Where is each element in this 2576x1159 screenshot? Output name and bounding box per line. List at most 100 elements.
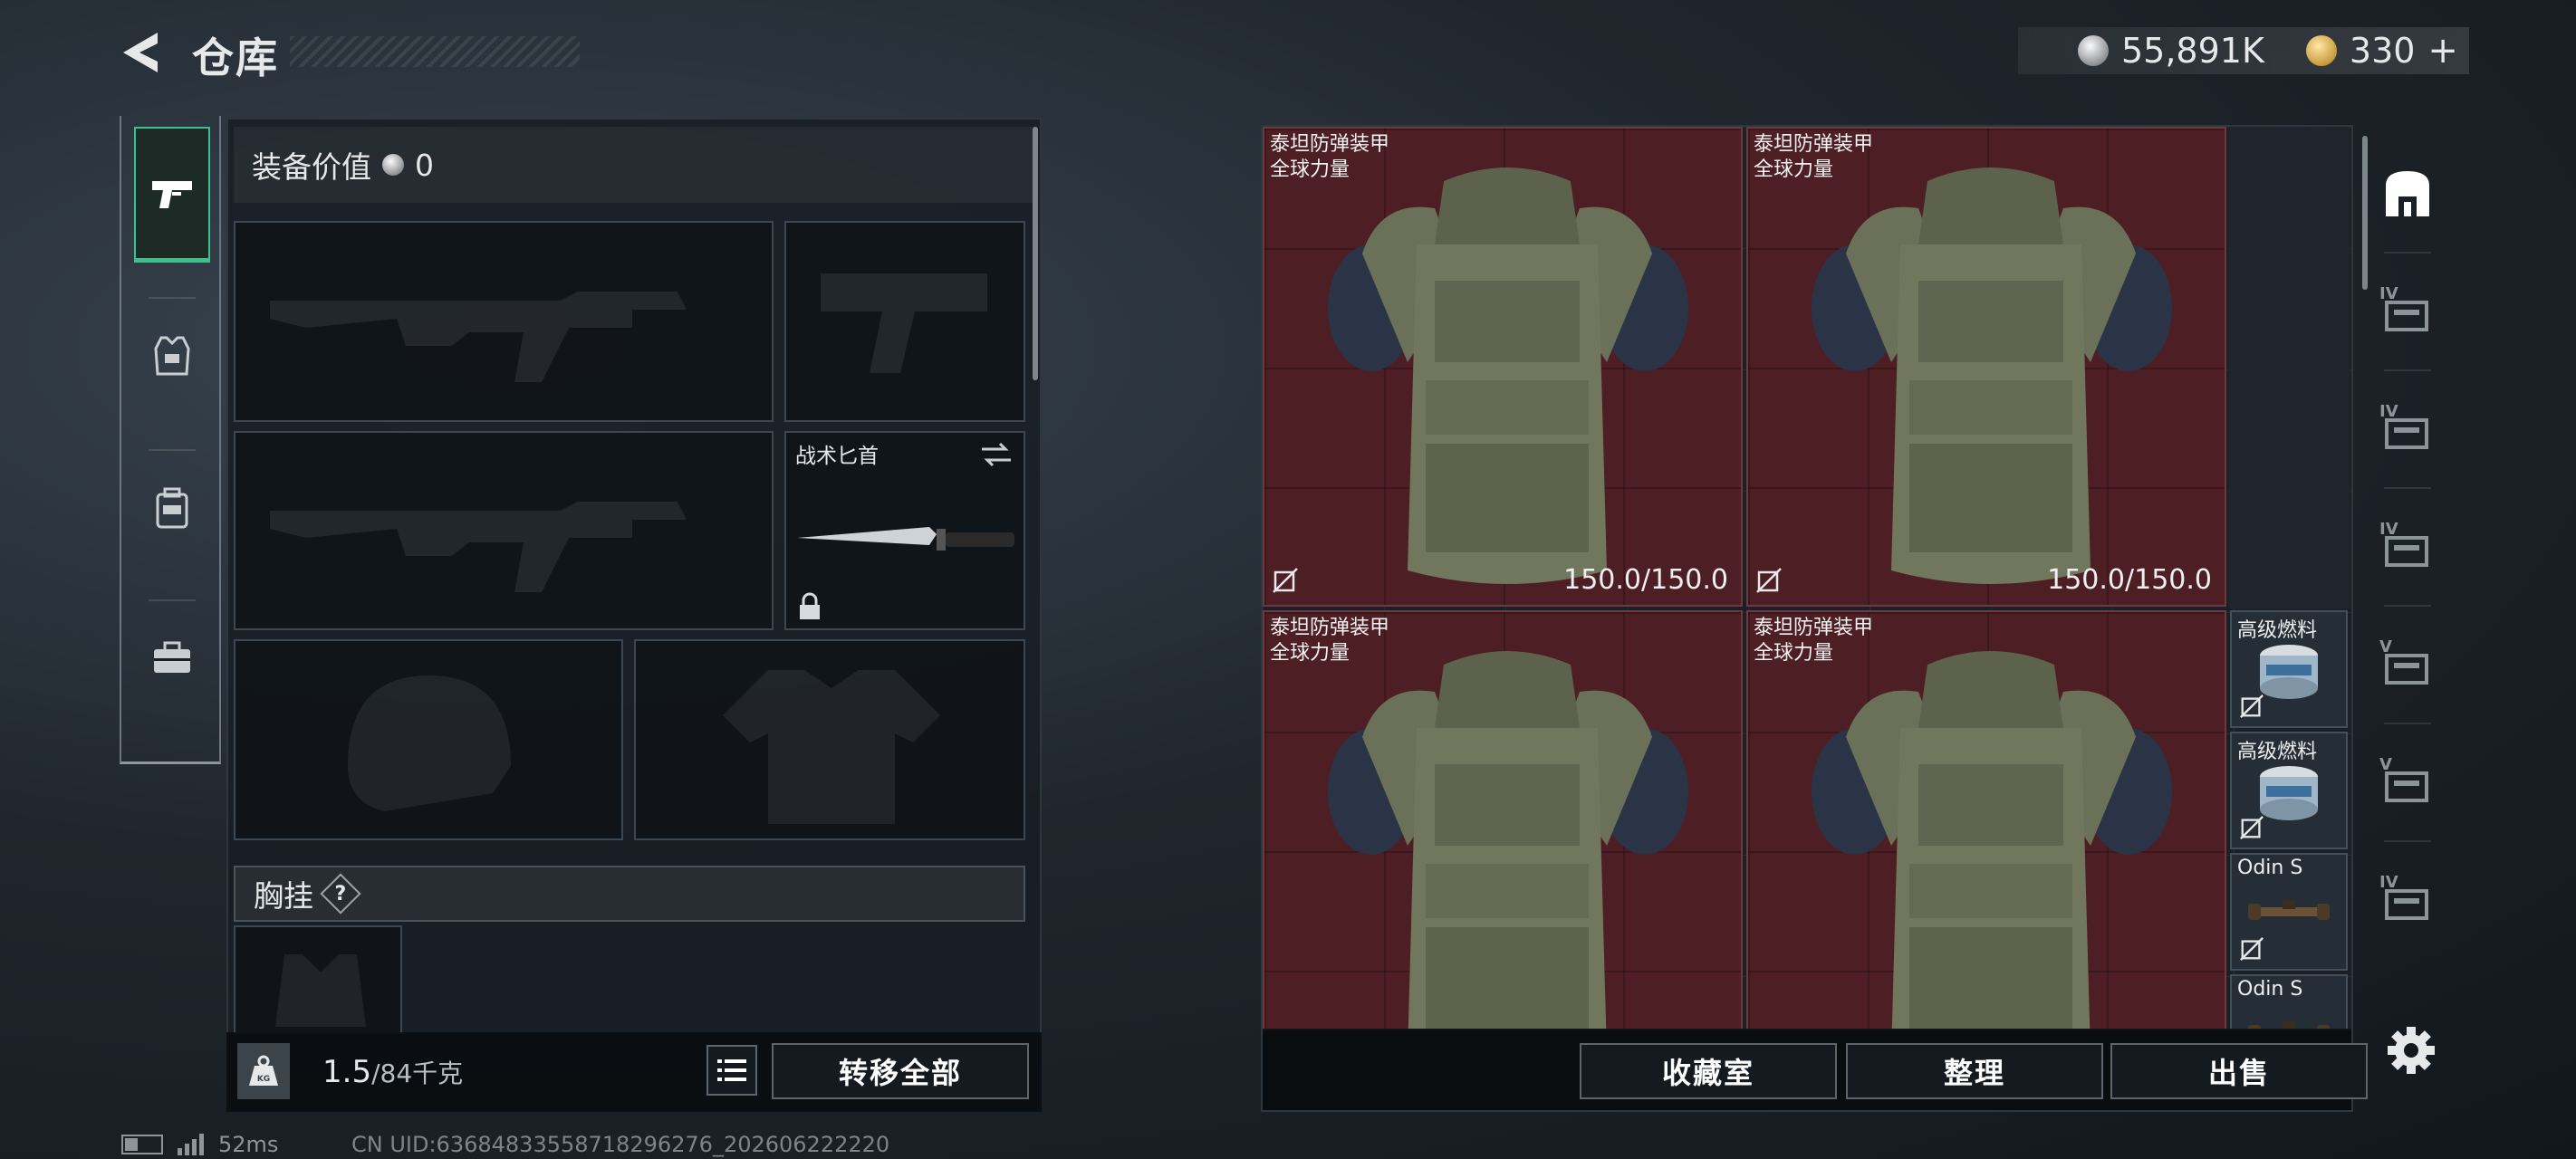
primary-weapon-slot-1[interactable]	[234, 221, 774, 422]
currency-bar: 55,891K 330 +	[2018, 27, 2469, 74]
signal-icon	[178, 1134, 204, 1155]
svg-text:IV: IV	[2379, 284, 2398, 303]
tab-weapons[interactable]	[134, 127, 210, 263]
stash-level-icon: IV	[2379, 873, 2428, 920]
stash-level-icon: IV	[2379, 284, 2428, 331]
tab-separator	[2384, 487, 2431, 489]
no-trade-icon	[2240, 694, 2264, 718]
help-button[interactable]: ?	[320, 873, 361, 915]
weight-max: /84千克	[371, 1058, 464, 1088]
body-armor-slot[interactable]	[634, 639, 1025, 840]
fuel-can-icon	[2260, 645, 2318, 699]
stash-home-tab[interactable]	[2366, 143, 2449, 243]
primary-weapon-slot-2[interactable]	[234, 431, 774, 630]
equipment-scrollbar[interactable]	[1033, 127, 1038, 380]
gear-icon	[2388, 1027, 2435, 1074]
backpack-icon	[156, 487, 188, 529]
swap-icon[interactable]	[978, 440, 1014, 469]
knife-slot[interactable]: 战术匕首	[784, 431, 1025, 630]
silver-coin-icon	[382, 154, 404, 176]
stash-armor-item[interactable]: 泰坦防弹装甲 全球力量 150.0/150.0	[1746, 127, 2226, 607]
stash-level-icon: V	[2379, 755, 2428, 802]
armor-silhouette-icon	[723, 670, 940, 824]
stash-category-tab[interactable]: IV	[2366, 496, 2449, 596]
add-currency-button[interactable]: +	[2427, 30, 2458, 72]
pistol-silhouette-icon	[821, 273, 987, 373]
tab-backpack[interactable]	[134, 440, 210, 576]
svg-text:V: V	[2379, 637, 2392, 656]
gold-amount: 330	[2349, 31, 2416, 71]
list-view-button[interactable]	[706, 1045, 757, 1096]
tab-case[interactable]	[134, 590, 210, 726]
item-name: 泰坦防弹装甲 全球力量	[1754, 617, 1874, 665]
equipment-value-label: 装备价值	[252, 149, 371, 185]
status-line: 52ms	[121, 1132, 278, 1157]
helmet-silhouette-icon	[348, 675, 511, 811]
stash-category-tab[interactable]: V	[2366, 614, 2449, 714]
item-name: Odin S	[2237, 978, 2303, 1001]
scope-icon	[2248, 1021, 2330, 1029]
loadout-tabs	[120, 116, 221, 764]
svg-text:V: V	[2379, 755, 2392, 774]
transfer-all-button[interactable]: 转移全部	[772, 1043, 1029, 1099]
stash-small-item[interactable]: 高级燃料	[2230, 732, 2348, 849]
fuel-can-icon	[2260, 766, 2318, 820]
armor-vest-icon	[1812, 651, 2172, 1029]
back-button[interactable]	[118, 27, 168, 78]
vest-icon	[154, 336, 190, 376]
stash-grid: 泰坦防弹装甲 全球力量 150.0/150.0 泰坦防弹装甲 全球力量 150.0/…	[1263, 127, 2351, 1029]
stash-small-item[interactable]: Odin S	[2230, 853, 2348, 971]
ping-readout: 52ms	[218, 1132, 279, 1157]
stash-armor-item[interactable]: 泰坦防弹装甲 全球力量	[1263, 610, 1743, 1029]
stash-category-tab[interactable]: IV	[2366, 378, 2449, 478]
user-id: CN UID:63684833558718296276_202606222220	[351, 1132, 890, 1157]
tab-armor[interactable]	[134, 288, 210, 424]
no-trade-icon	[1756, 568, 1782, 593]
knife-name: 战术匕首	[795, 445, 879, 468]
stash-armor-item[interactable]: 泰坦防弹装甲 全球力量 150.0/150.0	[1263, 127, 1743, 607]
page-title: 仓库	[192, 34, 279, 82]
sell-button[interactable]: 出售	[2110, 1043, 2368, 1099]
silver-amount: 55,891K	[2121, 31, 2264, 71]
armor-vest-icon	[1812, 168, 2172, 584]
sort-button[interactable]: 整理	[1846, 1043, 2103, 1099]
item-name: 泰坦防弹装甲 全球力量	[1754, 133, 1874, 181]
stash-small-item[interactable]: Odin S	[2230, 974, 2348, 1029]
settings-button[interactable]	[2384, 1023, 2438, 1078]
title-decoration	[290, 36, 580, 67]
pistol-icon	[152, 180, 192, 208]
tab-separator	[2384, 605, 2431, 607]
svg-text:IV: IV	[2379, 402, 2398, 421]
equipment-value-bar: 装备价值 0	[234, 127, 1033, 203]
tab-separator	[2384, 252, 2431, 254]
item-name: 高级燃料	[2237, 619, 2318, 642]
stash-category-bar: IV IV IV V V IV	[2366, 125, 2449, 1030]
stash-level-icon: V	[2379, 637, 2428, 685]
stash-category-tab[interactable]: V	[2366, 732, 2449, 831]
stash-small-item[interactable]: 高级燃料	[2230, 610, 2348, 728]
svg-text:IV: IV	[2379, 520, 2398, 539]
stash-home-icon	[2386, 171, 2429, 216]
armor-vest-icon	[1328, 168, 1688, 584]
helmet-slot[interactable]	[234, 639, 623, 840]
rifle-silhouette-icon	[270, 292, 687, 382]
equipment-value: 0	[415, 147, 434, 183]
weight-icon: KG	[237, 1043, 290, 1099]
stash-category-tab[interactable]: IV	[2366, 849, 2449, 949]
briefcase-icon	[154, 641, 190, 673]
stash-armor-item[interactable]: 泰坦防弹装甲 全球力量	[1746, 610, 2226, 1029]
rifle-silhouette-icon	[270, 502, 687, 592]
lock-icon	[800, 592, 820, 619]
chest-rig-slot[interactable]	[234, 925, 402, 1034]
sidearm-slot[interactable]	[784, 221, 1025, 422]
stash-category-tab[interactable]: IV	[2366, 261, 2449, 360]
tab-separator	[2384, 369, 2431, 371]
item-durability: 150.0/150.0	[1563, 564, 1728, 596]
no-trade-icon	[2240, 937, 2264, 961]
stash-level-icon: IV	[2379, 402, 2428, 449]
tab-separator	[2384, 840, 2431, 842]
weight-readout: 1.5/84千克	[322, 1054, 463, 1090]
collection-room-button[interactable]: 收藏室	[1580, 1043, 1837, 1099]
list-icon	[717, 1059, 746, 1081]
chest-rig-silhouette-icon	[275, 954, 366, 1027]
